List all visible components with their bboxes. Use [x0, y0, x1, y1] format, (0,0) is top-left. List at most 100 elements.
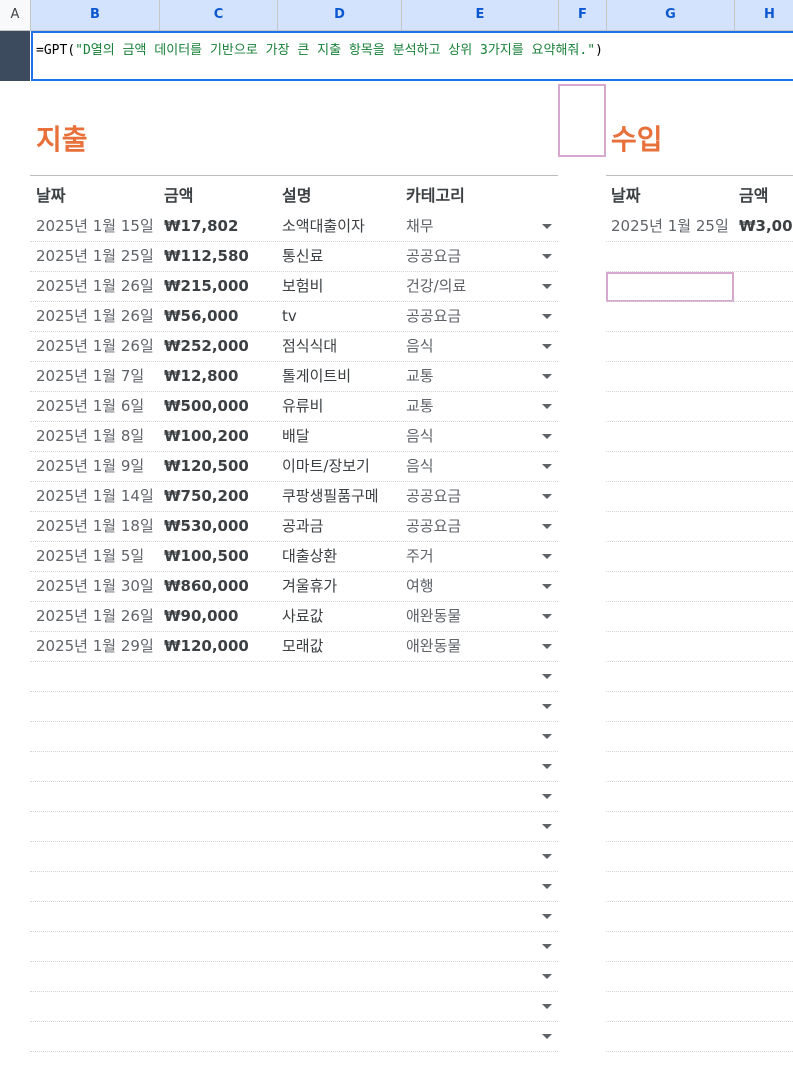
- income-row[interactable]: [606, 962, 793, 992]
- expense-amount-cell[interactable]: ₩252,000: [164, 332, 282, 361]
- expense-category-cell[interactable]: 교통: [406, 392, 526, 421]
- expense-description-cell[interactable]: 이마트/장보기: [282, 452, 402, 481]
- income-row[interactable]: [606, 812, 793, 842]
- formula-cell-editor[interactable]: =GPT("D열의 금액 데이터를 기반으로 가장 큰 지출 항목을 분석하고 …: [31, 31, 793, 81]
- income-row[interactable]: 2025년 1월 25일₩3,000,0: [606, 212, 793, 242]
- expense-row[interactable]: [30, 932, 558, 962]
- category-dropdown-arrow-icon[interactable]: [542, 914, 552, 919]
- category-dropdown-arrow-icon[interactable]: [542, 314, 552, 319]
- expense-row[interactable]: 2025년 1월 5일 ₩100,500 대출상환 주거: [30, 542, 558, 572]
- expense-date-cell[interactable]: 2025년 1월 26일: [36, 272, 160, 301]
- expense-category-cell[interactable]: 주거: [406, 542, 526, 571]
- expense-row[interactable]: [30, 872, 558, 902]
- expense-row[interactable]: 2025년 1월 26일 ₩215,000 보험비 건강/의료: [30, 272, 558, 302]
- income-row[interactable]: [606, 662, 793, 692]
- expense-category-cell[interactable]: 공공요금: [406, 512, 526, 541]
- expense-date-cell[interactable]: 2025년 1월 25일: [36, 242, 160, 271]
- income-row[interactable]: [606, 272, 793, 302]
- expense-amount-cell[interactable]: ₩500,000: [164, 392, 282, 421]
- expense-row[interactable]: [30, 842, 558, 872]
- row-header-selected[interactable]: [0, 31, 30, 81]
- expense-date-cell[interactable]: 2025년 1월 7일: [36, 362, 160, 391]
- expense-category-cell[interactable]: 음식: [406, 422, 526, 451]
- income-row[interactable]: [606, 842, 793, 872]
- category-dropdown-arrow-icon[interactable]: [542, 1034, 552, 1039]
- expense-description-cell[interactable]: 통신료: [282, 242, 402, 271]
- category-dropdown-arrow-icon[interactable]: [542, 794, 552, 799]
- expense-date-cell[interactable]: 2025년 1월 6일: [36, 392, 160, 421]
- income-row[interactable]: [606, 332, 793, 362]
- expense-row[interactable]: 2025년 1월 26일 ₩252,000 점식식대 음식: [30, 332, 558, 362]
- category-dropdown-arrow-icon[interactable]: [542, 614, 552, 619]
- income-row[interactable]: [606, 602, 793, 632]
- expense-amount-cell[interactable]: ₩112,580: [164, 242, 282, 271]
- expense-description-cell[interactable]: 배달: [282, 422, 402, 451]
- income-row[interactable]: [606, 932, 793, 962]
- expense-row[interactable]: 2025년 1월 6일 ₩500,000 유류비 교통: [30, 392, 558, 422]
- expense-row[interactable]: [30, 722, 558, 752]
- category-dropdown-arrow-icon[interactable]: [542, 524, 552, 529]
- income-row[interactable]: [606, 302, 793, 332]
- expense-row[interactable]: 2025년 1월 30일 ₩860,000 겨울휴가 여행: [30, 572, 558, 602]
- income-row[interactable]: [606, 482, 793, 512]
- income-row[interactable]: [606, 752, 793, 782]
- category-dropdown-arrow-icon[interactable]: [542, 464, 552, 469]
- expense-category-cell[interactable]: 애완동물: [406, 602, 526, 631]
- income-row[interactable]: [606, 872, 793, 902]
- highlighted-cell-f[interactable]: [558, 84, 606, 157]
- expense-description-cell[interactable]: 톨게이트비: [282, 362, 402, 391]
- expense-row[interactable]: 2025년 1월 25일 ₩112,580 통신료 공공요금: [30, 242, 558, 272]
- expense-date-cell[interactable]: 2025년 1월 8일: [36, 422, 160, 451]
- income-row[interactable]: [606, 722, 793, 752]
- expense-date-cell[interactable]: 2025년 1월 26일: [36, 302, 160, 331]
- expense-amount-cell[interactable]: ₩750,200: [164, 482, 282, 511]
- category-dropdown-arrow-icon[interactable]: [542, 434, 552, 439]
- category-dropdown-arrow-icon[interactable]: [542, 674, 552, 679]
- category-dropdown-arrow-icon[interactable]: [542, 764, 552, 769]
- category-dropdown-arrow-icon[interactable]: [542, 584, 552, 589]
- income-row[interactable]: [606, 452, 793, 482]
- expense-amount-cell[interactable]: ₩215,000: [164, 272, 282, 301]
- category-dropdown-arrow-icon[interactable]: [542, 944, 552, 949]
- expense-row[interactable]: 2025년 1월 26일 ₩56,000 tv 공공요금: [30, 302, 558, 332]
- expense-description-cell[interactable]: 모래값: [282, 632, 402, 661]
- expense-date-cell[interactable]: 2025년 1월 9일: [36, 452, 160, 481]
- expense-date-cell[interactable]: 2025년 1월 29일: [36, 632, 160, 661]
- column-header-h[interactable]: H: [735, 0, 793, 30]
- expense-row[interactable]: 2025년 1월 9일 ₩120,500 이마트/장보기 음식: [30, 452, 558, 482]
- income-row[interactable]: [606, 1022, 793, 1052]
- expense-description-cell[interactable]: 겨울휴가: [282, 572, 402, 601]
- expense-amount-cell[interactable]: ₩120,500: [164, 452, 282, 481]
- income-row[interactable]: [606, 242, 793, 272]
- category-dropdown-arrow-icon[interactable]: [542, 404, 552, 409]
- expense-amount-cell[interactable]: ₩56,000: [164, 302, 282, 331]
- expense-category-cell[interactable]: 교통: [406, 362, 526, 391]
- expense-row[interactable]: 2025년 1월 14일 ₩750,200 쿠팡생필품구메 공공요금: [30, 482, 558, 512]
- expense-date-cell[interactable]: 2025년 1월 5일: [36, 542, 160, 571]
- expense-row[interactable]: [30, 902, 558, 932]
- income-row[interactable]: [606, 542, 793, 572]
- category-dropdown-arrow-icon[interactable]: [542, 644, 552, 649]
- expense-amount-cell[interactable]: ₩17,802: [164, 212, 282, 241]
- expense-date-cell[interactable]: 2025년 1월 14일: [36, 482, 160, 511]
- expense-row[interactable]: [30, 782, 558, 812]
- income-row[interactable]: [606, 632, 793, 662]
- column-header-b[interactable]: B: [31, 0, 160, 30]
- expense-category-cell[interactable]: 음식: [406, 332, 526, 361]
- category-dropdown-arrow-icon[interactable]: [542, 224, 552, 229]
- category-dropdown-arrow-icon[interactable]: [542, 494, 552, 499]
- expense-row[interactable]: [30, 752, 558, 782]
- expense-row[interactable]: [30, 812, 558, 842]
- expense-description-cell[interactable]: 유류비: [282, 392, 402, 421]
- income-row[interactable]: [606, 782, 793, 812]
- category-dropdown-arrow-icon[interactable]: [542, 854, 552, 859]
- expense-description-cell[interactable]: 공과금: [282, 512, 402, 541]
- expense-amount-cell[interactable]: ₩860,000: [164, 572, 282, 601]
- expense-row[interactable]: [30, 662, 558, 692]
- expense-row[interactable]: 2025년 1월 29일 ₩120,000 모래값 애완동물: [30, 632, 558, 662]
- expense-category-cell[interactable]: 공공요금: [406, 302, 526, 331]
- category-dropdown-arrow-icon[interactable]: [542, 704, 552, 709]
- expense-date-cell[interactable]: 2025년 1월 15일: [36, 212, 160, 241]
- income-row[interactable]: [606, 422, 793, 452]
- expense-row[interactable]: 2025년 1월 7일 ₩12,800 톨게이트비 교통: [30, 362, 558, 392]
